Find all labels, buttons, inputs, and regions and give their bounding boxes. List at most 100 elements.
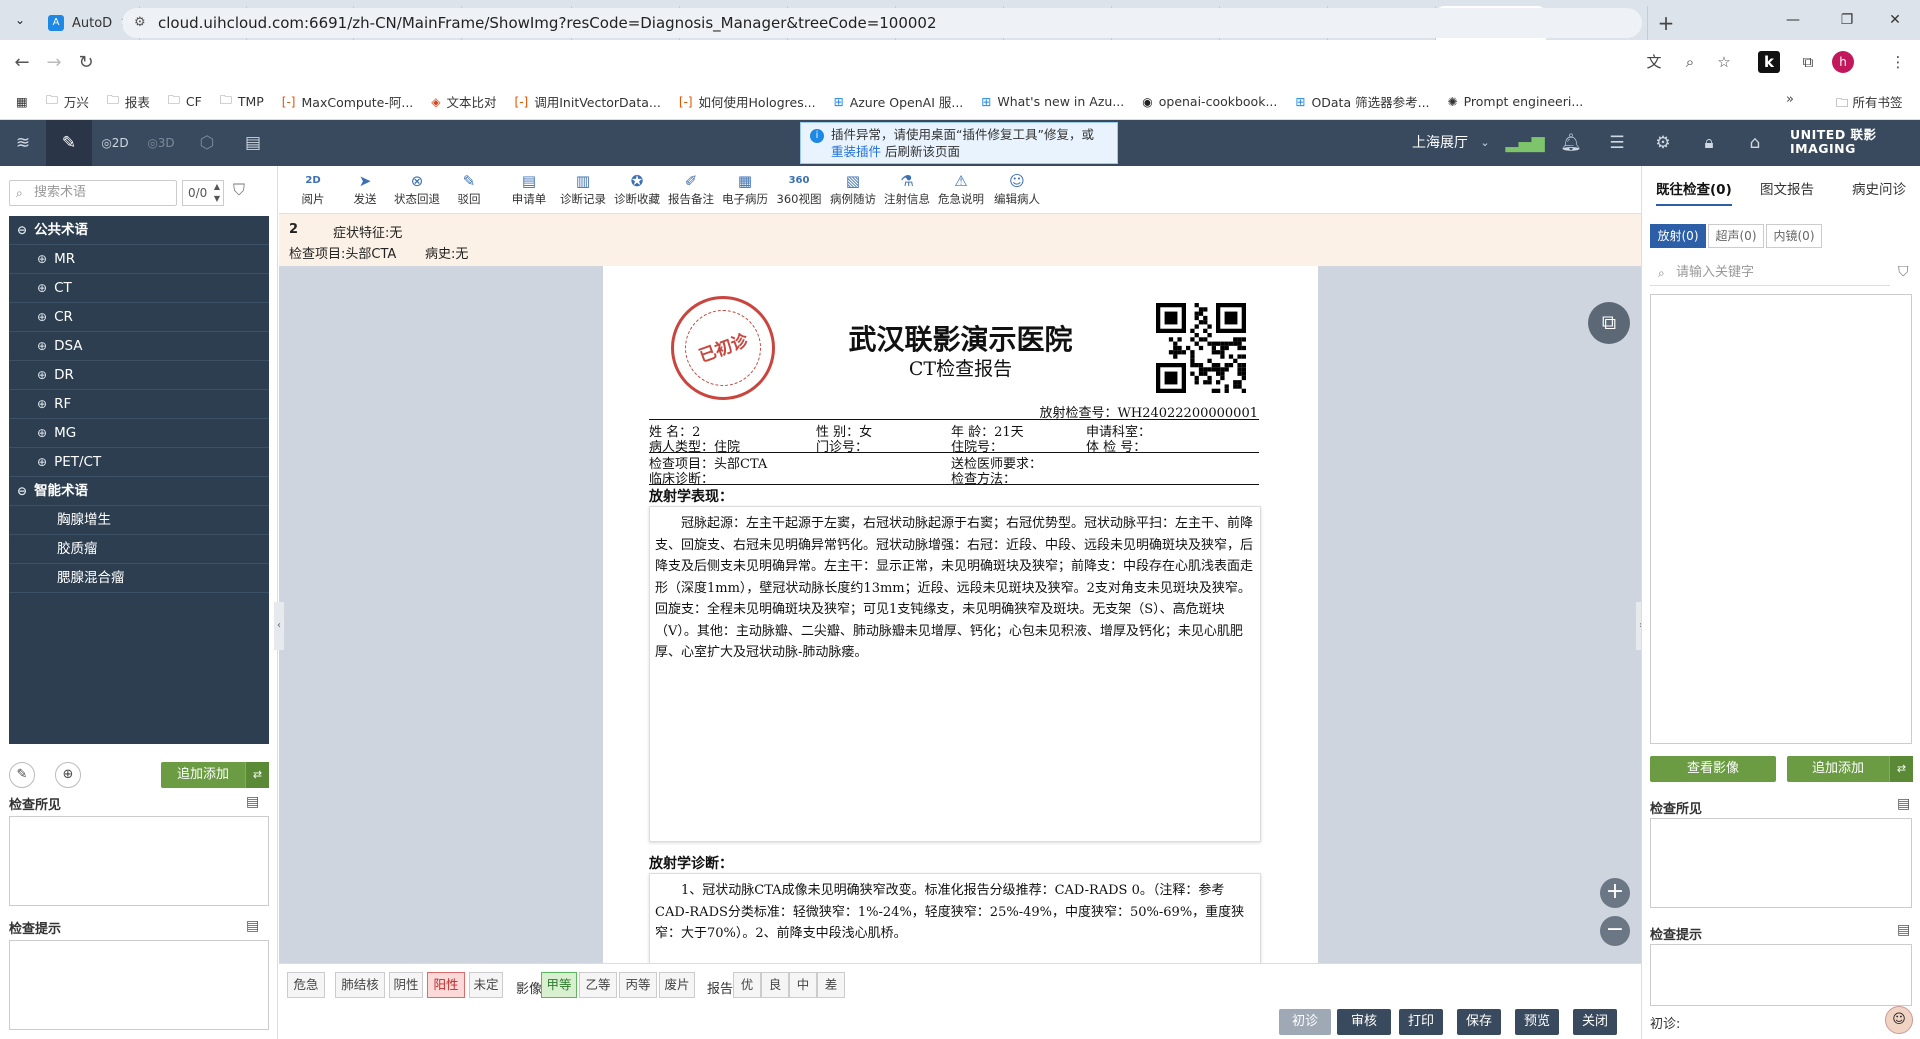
- extensions-icon[interactable]: ⧉: [1794, 48, 1822, 76]
- tree-node[interactable]: ⊕ RF: [9, 390, 269, 419]
- translate-icon[interactable]: 文: [1640, 48, 1668, 76]
- k-extension-icon[interactable]: k: [1758, 51, 1780, 73]
- report-template-icon[interactable]: ▤: [230, 120, 276, 166]
- view-image-button[interactable]: 查看影像: [1650, 756, 1776, 782]
- bookmark-item[interactable]: 🗀 CF: [168, 91, 202, 112]
- history-search-input[interactable]: ⌕ 请输入关键字: [1650, 260, 1890, 286]
- bookmark-item[interactable]: 🗀 TMP: [220, 91, 264, 112]
- findings-textarea[interactable]: [1650, 818, 1912, 908]
- action-button[interactable]: 初诊: [1279, 1009, 1331, 1035]
- all-bookmarks[interactable]: 🗀 所有书签: [1836, 92, 1903, 115]
- expand-icon[interactable]: ⊕: [37, 419, 47, 448]
- image-grade-button[interactable]: 丙等: [619, 972, 657, 998]
- expand-icon[interactable]: ⊕: [37, 361, 47, 390]
- bookmark-item[interactable]: [-] 如何使用Hologres...: [679, 92, 816, 111]
- site-info-icon[interactable]: ⚙: [134, 15, 146, 30]
- fit-page-icon[interactable]: ⧉: [1588, 302, 1630, 344]
- expand-icon[interactable]: ⊕: [37, 245, 47, 274]
- apps-grid-icon[interactable]: ▦: [16, 94, 28, 109]
- zoom-out-icon[interactable]: −: [1600, 916, 1630, 946]
- toolbar-button[interactable]: ✎ 驳回: [443, 171, 495, 207]
- profile-avatar[interactable]: h: [1832, 51, 1854, 73]
- expand-icon[interactable]: ⊕: [37, 274, 47, 303]
- collapse-icon[interactable]: ⊖: [17, 477, 27, 506]
- findings-add-icon[interactable]: ▤: [1897, 796, 1910, 812]
- toolbar-button[interactable]: ⊗ 状态回退: [391, 171, 443, 207]
- swap-icon[interactable]: ⇄: [1889, 756, 1913, 782]
- tree-node[interactable]: 胶质瘤: [9, 535, 269, 564]
- toolbar-button[interactable]: ▤ 申请单: [503, 171, 555, 207]
- bell-icon[interactable]: 🔔︎: [1548, 120, 1594, 166]
- bookmark-item[interactable]: [-] MaxCompute-阿...: [282, 92, 413, 111]
- report-grade-button[interactable]: 优: [733, 972, 761, 998]
- toolbar-button[interactable]: ⚠ 危急说明: [935, 171, 987, 207]
- flag-button[interactable]: 危急: [287, 972, 325, 998]
- tree-node[interactable]: ⊕ DR: [9, 361, 269, 390]
- image-grade-button[interactable]: 废片: [659, 972, 695, 998]
- history-tab[interactable]: 既往检查(0): [1656, 178, 1732, 206]
- collapse-icon[interactable]: ⊖: [17, 216, 27, 245]
- append-add-button[interactable]: 追加添加 ⇄: [1787, 756, 1913, 782]
- tree-node[interactable]: ⊕ CT: [9, 274, 269, 303]
- hall-dropdown-icon[interactable]: ⌄: [1472, 120, 1498, 166]
- hint-textarea[interactable]: [9, 940, 269, 1030]
- image-grade-button[interactable]: 乙等: [579, 972, 617, 998]
- bookmark-item[interactable]: ✺ Prompt engineeri...: [1448, 94, 1584, 109]
- menu-icon[interactable]: ☰: [1594, 120, 1640, 166]
- expand-icon[interactable]: ⊕: [37, 390, 47, 419]
- expand-icon[interactable]: ⊕: [37, 303, 47, 332]
- tree-node[interactable]: ⊕ PET/CT: [9, 448, 269, 477]
- reload-icon[interactable]: ↻: [70, 52, 102, 73]
- action-button[interactable]: 关闭: [1573, 1009, 1617, 1035]
- action-button[interactable]: 打印: [1399, 1009, 1443, 1035]
- hint-add-icon[interactable]: ▤: [246, 918, 259, 934]
- filter-icon[interactable]: ⛉: [233, 180, 245, 200]
- layers-icon[interactable]: ≋: [0, 120, 46, 166]
- toolbar-button[interactable]: ✐ 报告备注: [665, 171, 717, 207]
- action-button[interactable]: 审核: [1337, 1009, 1391, 1035]
- bookmark-item[interactable]: ⊞ What's new in Azu...: [981, 94, 1124, 109]
- toolbar-button[interactable]: ⚗ 注射信息: [881, 171, 933, 207]
- reinstall-plugin-link[interactable]: 重装插件: [831, 144, 881, 159]
- bookmark-item[interactable]: 🗀 万兴: [46, 91, 89, 112]
- tree-node[interactable]: ⊕ MR: [9, 245, 269, 274]
- 2d-view-icon[interactable]: ◎2D: [92, 120, 138, 166]
- flag-button[interactable]: 阴性: [389, 972, 423, 998]
- findings-textarea[interactable]: [9, 816, 269, 906]
- tree-node[interactable]: ⊖ 公共术语: [9, 216, 269, 245]
- zoom-icon[interactable]: ⌕: [1676, 48, 1704, 76]
- forward-icon[interactable]: →: [38, 52, 70, 73]
- restore-icon[interactable]: ❐: [1824, 0, 1870, 40]
- bookmark-item[interactable]: 🗀 报表: [107, 91, 150, 112]
- findings-add-icon[interactable]: ▤: [246, 794, 259, 810]
- report-edit-icon[interactable]: ✎: [46, 120, 92, 166]
- toolbar-button[interactable]: ▦ 电子病历: [719, 171, 771, 207]
- expand-icon[interactable]: ⊕: [37, 448, 47, 477]
- bookmark-item[interactable]: ⊞ Azure OpenAI 服...: [834, 92, 964, 111]
- append-add-button[interactable]: 追加添加 ⇄: [161, 762, 269, 788]
- diagnosis-text[interactable]: 1、冠状动脉CTA成像未见明确狭窄改变。标准化报告分级推荐：CAD-RADS 0…: [649, 873, 1261, 963]
- flag-button[interactable]: 阳性: [427, 972, 465, 998]
- signal-icon[interactable]: ▂▄▆: [1502, 120, 1548, 166]
- bookmark-item[interactable]: ◉ openai-cookbook...: [1142, 94, 1277, 109]
- tree-node[interactable]: ⊕ MG: [9, 419, 269, 448]
- lock-icon[interactable]: 🔒︎: [1686, 120, 1732, 166]
- filter-icon[interactable]: ⛉: [1898, 264, 1909, 280]
- findings-text[interactable]: 冠脉起源：左主干起源于左窦，右冠状动脉起源于右窦；右冠优势型。冠状动脉平扫：左主…: [649, 506, 1261, 842]
- term-search-input[interactable]: ⌕ 搜索术语: [9, 180, 177, 206]
- history-tab[interactable]: 图文报告: [1760, 178, 1814, 198]
- close-window-icon[interactable]: ✕: [1872, 0, 1918, 40]
- zoom-in-icon[interactable]: +: [1600, 878, 1630, 908]
- bookmark-item[interactable]: [-] 调用InitVectorData...: [515, 92, 661, 111]
- swap-icon[interactable]: ⇄: [245, 762, 269, 788]
- chrome-menu-icon[interactable]: ⋮: [1884, 48, 1912, 76]
- edit-term-icon[interactable]: ✎: [9, 762, 35, 788]
- tree-node[interactable]: 胸腺增生: [9, 506, 269, 535]
- history-tab[interactable]: 病史问诊: [1852, 178, 1906, 198]
- 3d-view-icon[interactable]: ◎3D: [138, 120, 184, 166]
- bookmarks-overflow-icon[interactable]: »: [1786, 92, 1794, 107]
- tab-search-icon[interactable]: ⌄: [0, 0, 40, 40]
- image-grade-button[interactable]: 甲等: [541, 972, 577, 998]
- tree-node[interactable]: ⊕ CR: [9, 303, 269, 332]
- action-button[interactable]: 预览: [1515, 1009, 1559, 1035]
